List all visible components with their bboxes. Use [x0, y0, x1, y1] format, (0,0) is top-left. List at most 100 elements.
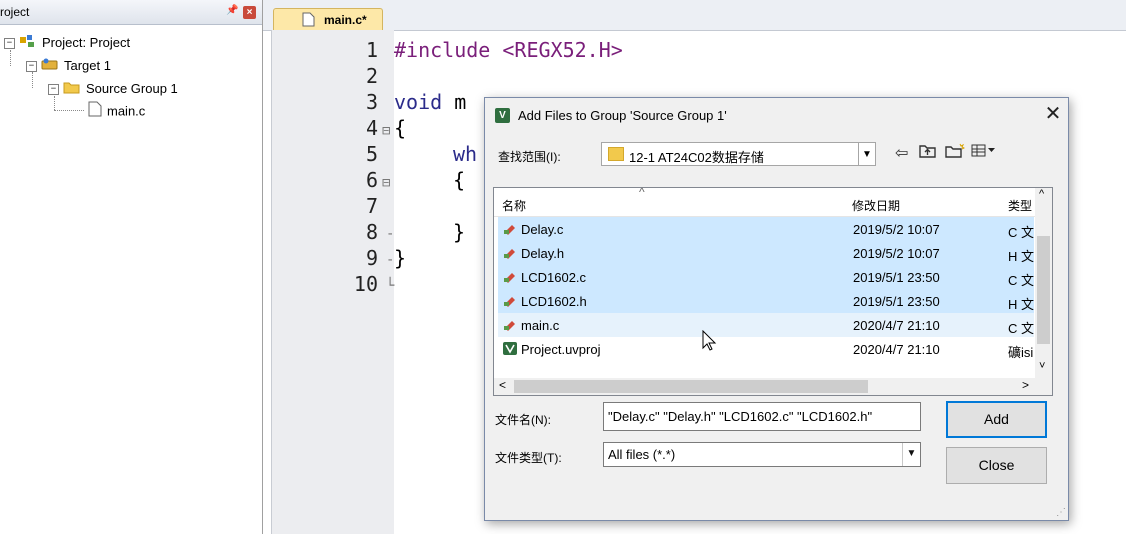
column-header-type[interactable]: 类型 [1008, 197, 1032, 214]
scroll-up-icon[interactable]: ^ [1039, 188, 1044, 200]
c-header-file-icon [504, 249, 515, 259]
file-date: 2019/5/1 23:50 [853, 294, 940, 309]
file-date: 2019/5/2 10:07 [853, 222, 940, 237]
filetype-dropdown[interactable]: All files (*.*) ▼ [603, 442, 921, 467]
file-name: LCD1602.c [521, 270, 587, 285]
scroll-down-icon[interactable]: ˅ [1039, 360, 1045, 372]
file-name: Project.uvproj [521, 342, 601, 357]
tree-label-main-c: main.c [107, 103, 146, 119]
c-source-file-icon [504, 225, 515, 235]
line-number: 5 [365, 142, 378, 166]
chevron-down-icon[interactable]: ▼ [902, 443, 920, 466]
pin-icon[interactable]: 📌 [226, 5, 238, 16]
loop-keyword: wh [453, 142, 478, 166]
file-date: 2019/5/2 10:07 [853, 246, 940, 261]
scroll-thumb[interactable] [514, 380, 868, 393]
file-icon [88, 101, 102, 123]
back-arrow-icon[interactable]: ⇦ [895, 143, 908, 163]
type-keyword: void [394, 90, 443, 114]
line-number: 7 [365, 194, 378, 218]
file-row[interactable]: Project.uvproj 2020/4/7 21:10 礦isi [498, 337, 1034, 361]
look-in-dropdown[interactable]: 12-1 AT24C02数据存储 [601, 142, 875, 166]
line-number: 4 [365, 116, 378, 140]
file-type: C 文 [1008, 225, 1035, 240]
line-number: 8 [365, 220, 378, 244]
uvision-project-icon [503, 342, 517, 355]
project-panel: roject 📌 × − Project: Project − Target 1 −… [0, 0, 263, 534]
code-line-9: } [394, 246, 407, 270]
tree-item-main-c[interactable]: main.c [88, 101, 145, 121]
tree-label-source-group: Source Group 1 [86, 81, 178, 96]
line-number: 10 [353, 272, 378, 296]
project-icon [19, 34, 37, 54]
file-name: LCD1602.h [521, 294, 587, 309]
project-panel-title: roject [0, 5, 30, 19]
file-row[interactable]: LCD1602.h 2019/5/1 23:50 H 文 [498, 289, 1034, 313]
fold-toggle-icon[interactable]: ⊟ [382, 175, 390, 191]
tree-connector [54, 110, 84, 111]
mouse-cursor-icon [702, 330, 717, 351]
tree-label-target: Target 1 [64, 58, 111, 73]
file-name: main.c [521, 318, 560, 333]
new-folder-icon[interactable] [945, 143, 966, 164]
close-icon[interactable]: × [243, 6, 256, 19]
tree-label-project: Project: Project [42, 35, 131, 50]
code-line-1: #include <REGX52.H> [394, 38, 623, 62]
fold-toggle-icon[interactable]: ⊟ [382, 123, 390, 139]
tree-item-target[interactable]: − Target 1 [26, 56, 111, 76]
editor-tab-bar: main.c* [263, 0, 1126, 31]
file-type: H 文 [1008, 297, 1035, 312]
fold-end-marker: └ [386, 278, 395, 294]
look-in-label: 查找范围(I): [498, 150, 561, 164]
preprocessor-keyword: #include [394, 38, 491, 62]
line-number: 3 [365, 90, 378, 114]
resize-grip-icon[interactable]: ⋰ [1056, 507, 1066, 518]
sort-caret-icon: ^ [639, 187, 645, 199]
chevron-down-icon[interactable]: ▼ [858, 142, 876, 166]
tab-main-c[interactable]: main.c* [273, 8, 383, 30]
file-date: 2019/5/1 23:50 [853, 270, 940, 285]
folder-icon [608, 147, 624, 161]
project-panel-header: roject 📌 × [0, 0, 262, 25]
filename-label: 文件名(N): [495, 413, 551, 427]
file-row[interactable]: LCD1602.c 2019/5/1 23:50 C 文 [498, 265, 1034, 289]
file-name: Delay.c [521, 222, 564, 237]
horizontal-scrollbar[interactable]: < > [494, 378, 1052, 395]
filename-input[interactable]: "Delay.c" "Delay.h" "LCD1602.c" "LCD1602… [603, 402, 921, 431]
code-text: m [442, 90, 467, 114]
collapse-toggle-icon[interactable]: − [26, 61, 37, 73]
close-button[interactable]: Close [946, 447, 1047, 484]
column-header-name[interactable]: 名称 [502, 197, 526, 214]
c-source-file-icon [504, 321, 515, 331]
keil-app-icon: V [495, 108, 510, 123]
file-row[interactable]: main.c 2020/4/7 21:10 C 文 [498, 313, 1034, 337]
add-files-dialog: V Add Files to Group 'Source Group 1' ✕ … [484, 97, 1069, 521]
file-row[interactable]: Delay.c 2019/5/2 10:07 C 文 [498, 217, 1034, 241]
tree-item-project[interactable]: − Project: Project [4, 33, 130, 53]
collapse-toggle-icon[interactable]: − [48, 84, 59, 96]
include-path: <REGX52.H> [490, 38, 623, 62]
view-menu-icon[interactable] [971, 143, 997, 164]
scroll-right-icon[interactable]: > [1022, 378, 1029, 392]
dialog-close-button[interactable]: ✕ [1041, 103, 1065, 127]
file-type: 礦isi [1008, 345, 1034, 360]
line-number: 9 [365, 246, 378, 270]
scroll-thumb[interactable] [1037, 236, 1050, 344]
filetype-label: 文件类型(T): [495, 451, 562, 465]
scroll-left-icon[interactable]: < [499, 378, 506, 392]
c-header-file-icon [504, 297, 515, 307]
tab-label: main.c* [324, 13, 367, 27]
file-list[interactable]: ^ 名称 修改日期 类型 Delay.c 2019/5/2 10:07 C 文 … [493, 187, 1053, 396]
line-number-gutter: 1 2 3 4 5 6 7 8 9 10 ⊟ ⊟ - - └ [271, 30, 394, 534]
tree-item-source-group[interactable]: − Source Group 1 [48, 79, 178, 99]
code-line-5: wh [453, 142, 477, 166]
add-button[interactable]: Add [946, 401, 1047, 438]
file-date: 2020/4/7 21:10 [853, 342, 940, 357]
file-row[interactable]: Delay.h 2019/5/2 10:07 H 文 [498, 241, 1034, 265]
file-type: C 文 [1008, 273, 1035, 288]
collapse-toggle-icon[interactable]: − [4, 38, 15, 50]
up-folder-icon[interactable] [919, 143, 937, 164]
column-header-date[interactable]: 修改日期 [852, 197, 900, 214]
code-line-6: { [453, 168, 466, 192]
vertical-scrollbar[interactable]: ^ ˅ [1035, 188, 1052, 379]
